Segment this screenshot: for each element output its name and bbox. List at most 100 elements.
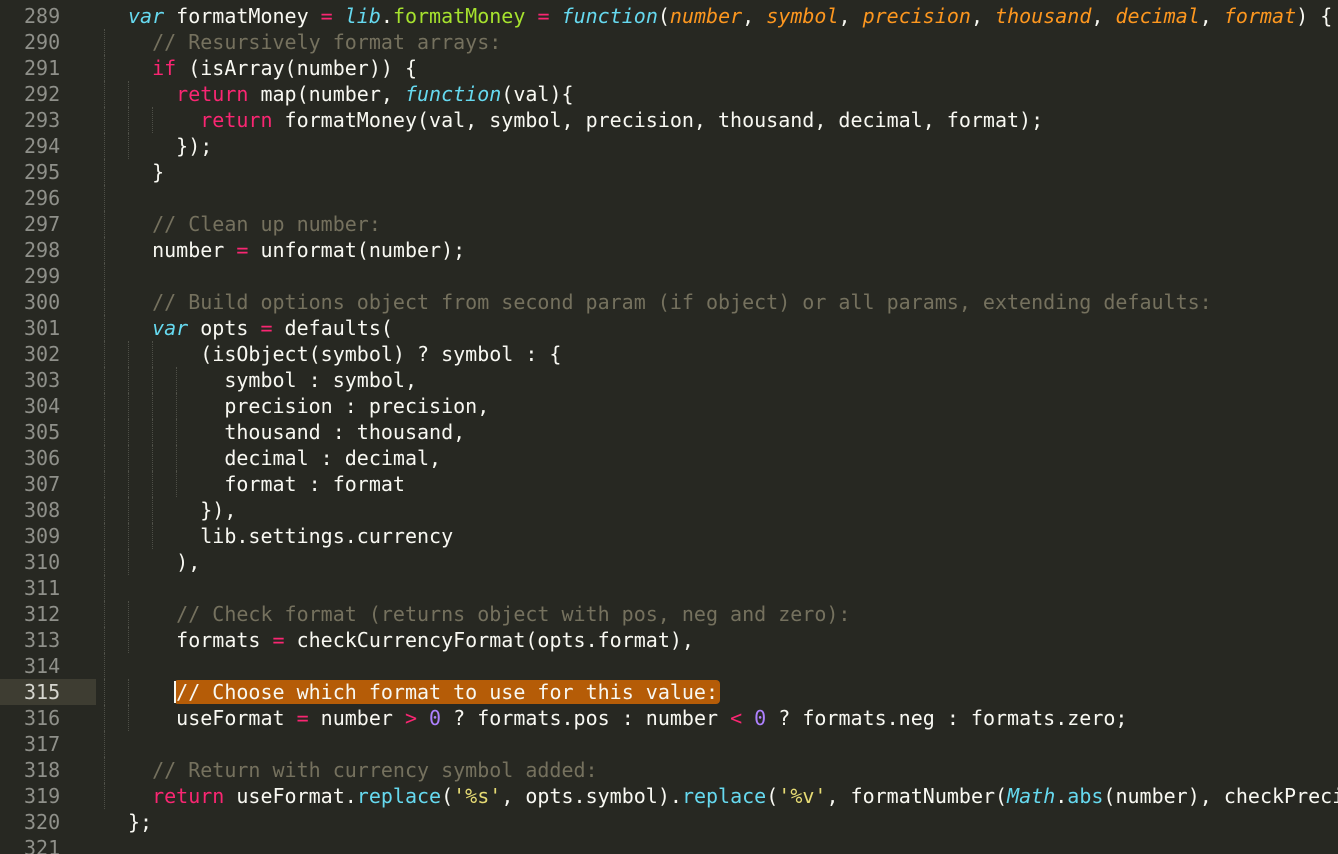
code-token: unformat(number); <box>248 238 466 262</box>
line-number: 316 <box>24 706 61 730</box>
line-number: 321 <box>24 836 61 854</box>
indent-guide <box>104 419 105 445</box>
code-token: symbol : symbol, <box>128 368 417 392</box>
code-token: useFormat. <box>224 784 357 808</box>
line-number: 293 <box>24 108 61 132</box>
line-number: 291 <box>24 56 61 80</box>
line-number: 314 <box>24 654 61 678</box>
line-number: 297 <box>24 212 61 236</box>
code-line[interactable]: // Check format (returns object with pos… <box>128 601 850 627</box>
code-line[interactable]: (isObject(symbol) ? symbol : { <box>128 341 561 367</box>
code-line[interactable]: var formatMoney = lib.formatMoney = func… <box>128 3 1332 29</box>
code-line[interactable]: // Return with currency symbol added: <box>128 757 598 783</box>
code-line[interactable]: format : format <box>128 471 405 497</box>
code-token: // Resursively format arrays: <box>128 30 502 54</box>
code-token: return <box>200 108 273 132</box>
code-token: } <box>128 160 165 184</box>
code-token: ? formats.neg : formats.zero; <box>766 706 1128 730</box>
indent-guide <box>104 55 105 81</box>
code-line[interactable]: decimal : decimal, <box>128 445 441 471</box>
line-number: 306 <box>24 446 61 470</box>
code-token: precision : precision, <box>128 394 490 418</box>
code-token: < <box>730 706 743 730</box>
code-token: ( <box>766 784 779 808</box>
code-token: ( <box>657 4 670 28</box>
line-number: 301 <box>24 316 61 340</box>
code-token: , <box>742 4 767 28</box>
indent-guide <box>104 29 105 55</box>
code-token: decimal : decimal, <box>128 446 442 470</box>
indent-guide <box>104 523 105 549</box>
line-number: 295 <box>24 160 61 184</box>
code-line[interactable]: // Choose which format to use for this v… <box>128 679 718 705</box>
line-number: 298 <box>24 238 61 262</box>
code-token: , <box>1091 4 1116 28</box>
code-token: number <box>128 238 237 262</box>
code-token: . <box>1055 784 1068 808</box>
line-number: 305 <box>24 420 61 444</box>
indent-guide <box>104 133 105 159</box>
code-token: , formatNumber( <box>826 784 1008 808</box>
indent-guide <box>104 575 105 601</box>
code-token: lib.settings.currency <box>128 524 454 548</box>
code-line[interactable]: if (isArray(number)) { <box>128 55 417 81</box>
code-line[interactable]: // Build options object from second para… <box>128 289 1212 315</box>
indent-guide <box>104 731 105 757</box>
code-line[interactable]: precision : precision, <box>128 393 489 419</box>
code-line[interactable]: useFormat = number > 0 ? formats.pos : n… <box>128 705 1127 731</box>
code-line[interactable]: } <box>128 159 164 185</box>
code-line[interactable]: }; <box>128 809 152 835</box>
code-token: , opts.symbol). <box>501 784 682 808</box>
code-token: // Clean up number: <box>128 212 381 236</box>
indent-guide <box>104 367 105 393</box>
code-line[interactable]: symbol : symbol, <box>128 367 417 393</box>
indent-guide <box>104 263 105 289</box>
code-token: return <box>176 82 249 106</box>
line-number: 310 <box>24 550 61 574</box>
code-line[interactable]: }), <box>128 497 236 523</box>
code-token: format <box>1223 4 1297 28</box>
code-token: , <box>838 4 863 28</box>
code-token: 0 <box>429 706 442 730</box>
code-line[interactable]: lib.settings.currency <box>128 523 453 549</box>
code-token: , <box>1199 4 1224 28</box>
code-token: // Build options object from second para… <box>128 290 1212 314</box>
code-line[interactable]: number = unformat(number); <box>128 237 465 263</box>
code-token: Math <box>1007 784 1056 808</box>
code-line[interactable]: // Clean up number: <box>128 211 381 237</box>
code-token: (isObject(symbol) ? symbol : { <box>128 342 562 366</box>
code-line[interactable]: return formatMoney(val, symbol, precisio… <box>128 107 1043 133</box>
code-line[interactable]: var opts = defaults( <box>128 315 393 341</box>
code-token: (isArray(number)) { <box>176 56 418 80</box>
code-line[interactable]: }); <box>128 133 212 159</box>
code-token: (val){ <box>501 82 574 106</box>
code-token: format : format <box>128 472 405 496</box>
line-number: 317 <box>24 732 61 756</box>
line-number: 299 <box>24 264 61 288</box>
code-line[interactable]: // Resursively format arrays: <box>128 29 501 55</box>
code-token: opts <box>188 316 261 340</box>
indent-guide <box>104 757 105 783</box>
code-token: formatMoney(val, symbol, precision, thou… <box>272 108 1044 132</box>
code-area[interactable]: var formatMoney = lib.formatMoney = func… <box>96 0 1338 854</box>
indent-guide <box>104 653 105 679</box>
indent-guide <box>104 783 105 809</box>
indent-guide <box>104 315 105 341</box>
code-line[interactable]: thousand : thousand, <box>128 419 465 445</box>
code-token: (number), checkPrecision(opts.precision)… <box>1103 784 1338 808</box>
code-token: thousand <box>995 4 1092 28</box>
code-line[interactable]: return map(number, function(val){ <box>128 81 574 107</box>
indent-guide <box>104 627 105 653</box>
code-token: var <box>128 4 165 28</box>
code-token: thousand : thousand, <box>128 420 466 444</box>
code-editor[interactable]: 289 290 291 292 293 294 295 296 297 298 299 300 301 3… <box>0 0 1338 854</box>
code-line[interactable]: return useFormat.replace('%s', opts.symb… <box>128 783 1338 809</box>
code-line[interactable]: ), <box>128 549 200 575</box>
code-line[interactable]: formats = checkCurrencyFormat(opts.forma… <box>128 627 694 653</box>
